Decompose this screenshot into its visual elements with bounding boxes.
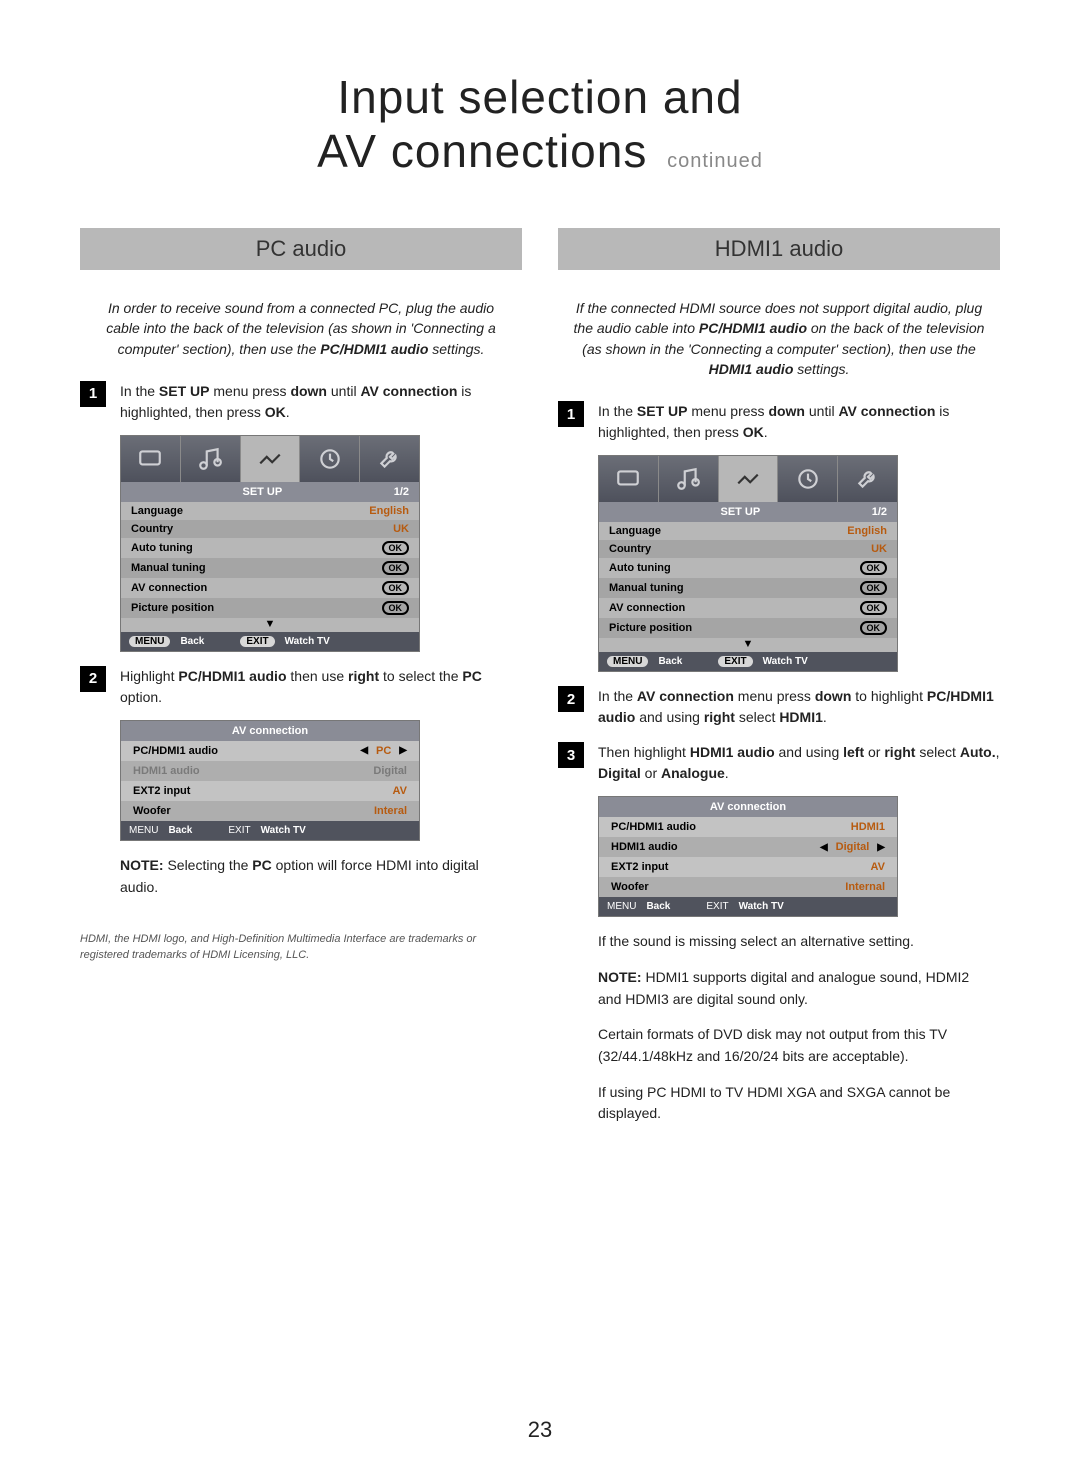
osd-title: SET UP [720, 506, 760, 518]
tab-clock-icon [777, 456, 837, 502]
osd-row: Picture positionOK [599, 618, 897, 638]
page-title: Input selection and AV connections conti… [80, 70, 1000, 178]
step-number: 2 [558, 686, 584, 712]
avmenu-left: AV connection PC/HDMI1 audio◀PC▶ HDMI1 a… [120, 720, 420, 841]
avmenu-row: EXT2 inputAV [121, 781, 419, 801]
right-tail1: If the sound is missing select an altern… [598, 931, 994, 953]
right-tail3: Certain formats of DVD disk may not outp… [598, 1024, 994, 1067]
osd-tabs [599, 456, 897, 502]
osd-footer: MENU Back EXIT Watch TV [599, 652, 897, 671]
right-step-2: 2 In the AV connection menu press down t… [558, 686, 1000, 728]
avmenu-row: HDMI1 audio◀Digital▶ [599, 837, 897, 857]
trademark-note: HDMI, the HDMI logo, and High-Definition… [80, 932, 516, 963]
osd-page: 1/2 [394, 486, 409, 498]
osd-tabs [121, 436, 419, 482]
tab-tv-icon [121, 436, 180, 482]
osd-row: LanguageEnglish [121, 502, 419, 520]
left-arrow-icon: ◀ [820, 842, 828, 853]
osd-row: AV connectionOK [599, 598, 897, 618]
left-note: NOTE: Selecting the PC option will force… [120, 855, 516, 898]
avmenu-row: HDMI1 audioDigital [121, 761, 419, 781]
osd-row: CountryUK [121, 520, 419, 538]
tab-music-icon [180, 436, 240, 482]
osd-row: Auto tuningOK [121, 538, 419, 558]
step-text: In the SET UP menu press down until AV c… [120, 381, 522, 423]
left-intro: In order to receive sound from a connect… [80, 298, 522, 359]
menu-pill: MENU [607, 656, 648, 667]
section-header-left: PC audio [80, 228, 522, 270]
osd-row: Picture positionOK [121, 598, 419, 618]
step-text: Highlight PC/HDMI1 audio then use right … [120, 666, 522, 708]
page-number: 23 [528, 1417, 552, 1443]
right-arrow-icon: ▶ [877, 842, 885, 853]
tab-setup-icon [240, 436, 300, 482]
step-text: In the SET UP menu press down until AV c… [598, 401, 1000, 443]
osd-row: AV connectionOK [121, 578, 419, 598]
tab-setup-icon [718, 456, 778, 502]
osd-header: SET UP 1/2 [121, 482, 419, 502]
title-continued: continued [667, 150, 763, 172]
avmenu-row: PC/HDMI1 audioHDMI1 [599, 817, 897, 837]
tab-tool-icon [837, 456, 897, 502]
osd-row: CountryUK [599, 540, 897, 558]
osd-title: SET UP [242, 486, 282, 498]
avmenu-row: PC/HDMI1 audio◀PC▶ [121, 741, 419, 761]
step-text: Then highlight HDMI1 audio and using lef… [598, 742, 1000, 784]
avmenu-title: AV connection [599, 797, 897, 817]
step-number: 2 [80, 666, 106, 692]
tab-tv-icon [599, 456, 658, 502]
scroll-down-icon: ▼ [121, 618, 419, 632]
tab-clock-icon [299, 436, 359, 482]
avmenu-row: WooferInteral [121, 801, 419, 821]
step-number: 3 [558, 742, 584, 768]
right-column: HDMI1 audio If the connected HDMI source… [558, 228, 1000, 1125]
exit-pill: EXIT [228, 825, 250, 836]
osd-footer: MENU Back EXIT Watch TV [121, 632, 419, 651]
tab-tool-icon [359, 436, 419, 482]
right-tail4: If using PC HDMI to TV HDMI XGA and SXGA… [598, 1082, 994, 1125]
title-line2: AV connections continued [80, 124, 1000, 178]
right-intro: If the connected HDMI source does not su… [558, 298, 1000, 379]
avmenu-row: EXT2 inputAV [599, 857, 897, 877]
tab-music-icon [658, 456, 718, 502]
osd-setup-right: SET UP 1/2 LanguageEnglish CountryUK Aut… [598, 455, 898, 672]
exit-pill: EXIT [706, 901, 728, 912]
right-step-3: 3 Then highlight HDMI1 audio and using l… [558, 742, 1000, 784]
osd-row: Auto tuningOK [599, 558, 897, 578]
exit-pill: EXIT [718, 656, 752, 667]
step-number: 1 [558, 401, 584, 427]
left-arrow-icon: ◀ [360, 745, 368, 756]
osd-row: Manual tuningOK [599, 578, 897, 598]
menu-pill: MENU [607, 901, 636, 912]
columns: PC audio In order to receive sound from … [80, 228, 1000, 1125]
avmenu-title: AV connection [121, 721, 419, 741]
avmenu-right: AV connection PC/HDMI1 audioHDMI1 HDMI1 … [598, 796, 898, 917]
avmenu-row: WooferInternal [599, 877, 897, 897]
scroll-down-icon: ▼ [599, 638, 897, 652]
title-line1: Input selection and [80, 70, 1000, 124]
osd-row: Manual tuningOK [121, 558, 419, 578]
section-header-right: HDMI1 audio [558, 228, 1000, 270]
step-text: In the AV connection menu press down to … [598, 686, 1000, 728]
avmenu-footer: MENU Back EXIT Watch TV [121, 821, 419, 840]
osd-row: LanguageEnglish [599, 522, 897, 540]
right-step-1: 1 In the SET UP menu press down until AV… [558, 401, 1000, 443]
osd-page: 1/2 [872, 506, 887, 518]
avmenu-footer: MENU Back EXIT Watch TV [599, 897, 897, 916]
left-step-2: 2 Highlight PC/HDMI1 audio then use righ… [80, 666, 522, 708]
exit-pill: EXIT [240, 636, 274, 647]
osd-setup-left: SET UP 1/2 LanguageEnglish CountryUK Aut… [120, 435, 420, 652]
right-arrow-icon: ▶ [399, 745, 407, 756]
title-line2-main: AV connections [317, 125, 647, 177]
osd-header: SET UP 1/2 [599, 502, 897, 522]
step-number: 1 [80, 381, 106, 407]
left-step-1: 1 In the SET UP menu press down until AV… [80, 381, 522, 423]
right-note: NOTE: HDMI1 supports digital and analogu… [598, 967, 994, 1010]
left-column: PC audio In order to receive sound from … [80, 228, 522, 1125]
menu-pill: MENU [129, 636, 170, 647]
manual-page: Input selection and AV connections conti… [0, 0, 1080, 1473]
menu-pill: MENU [129, 825, 158, 836]
